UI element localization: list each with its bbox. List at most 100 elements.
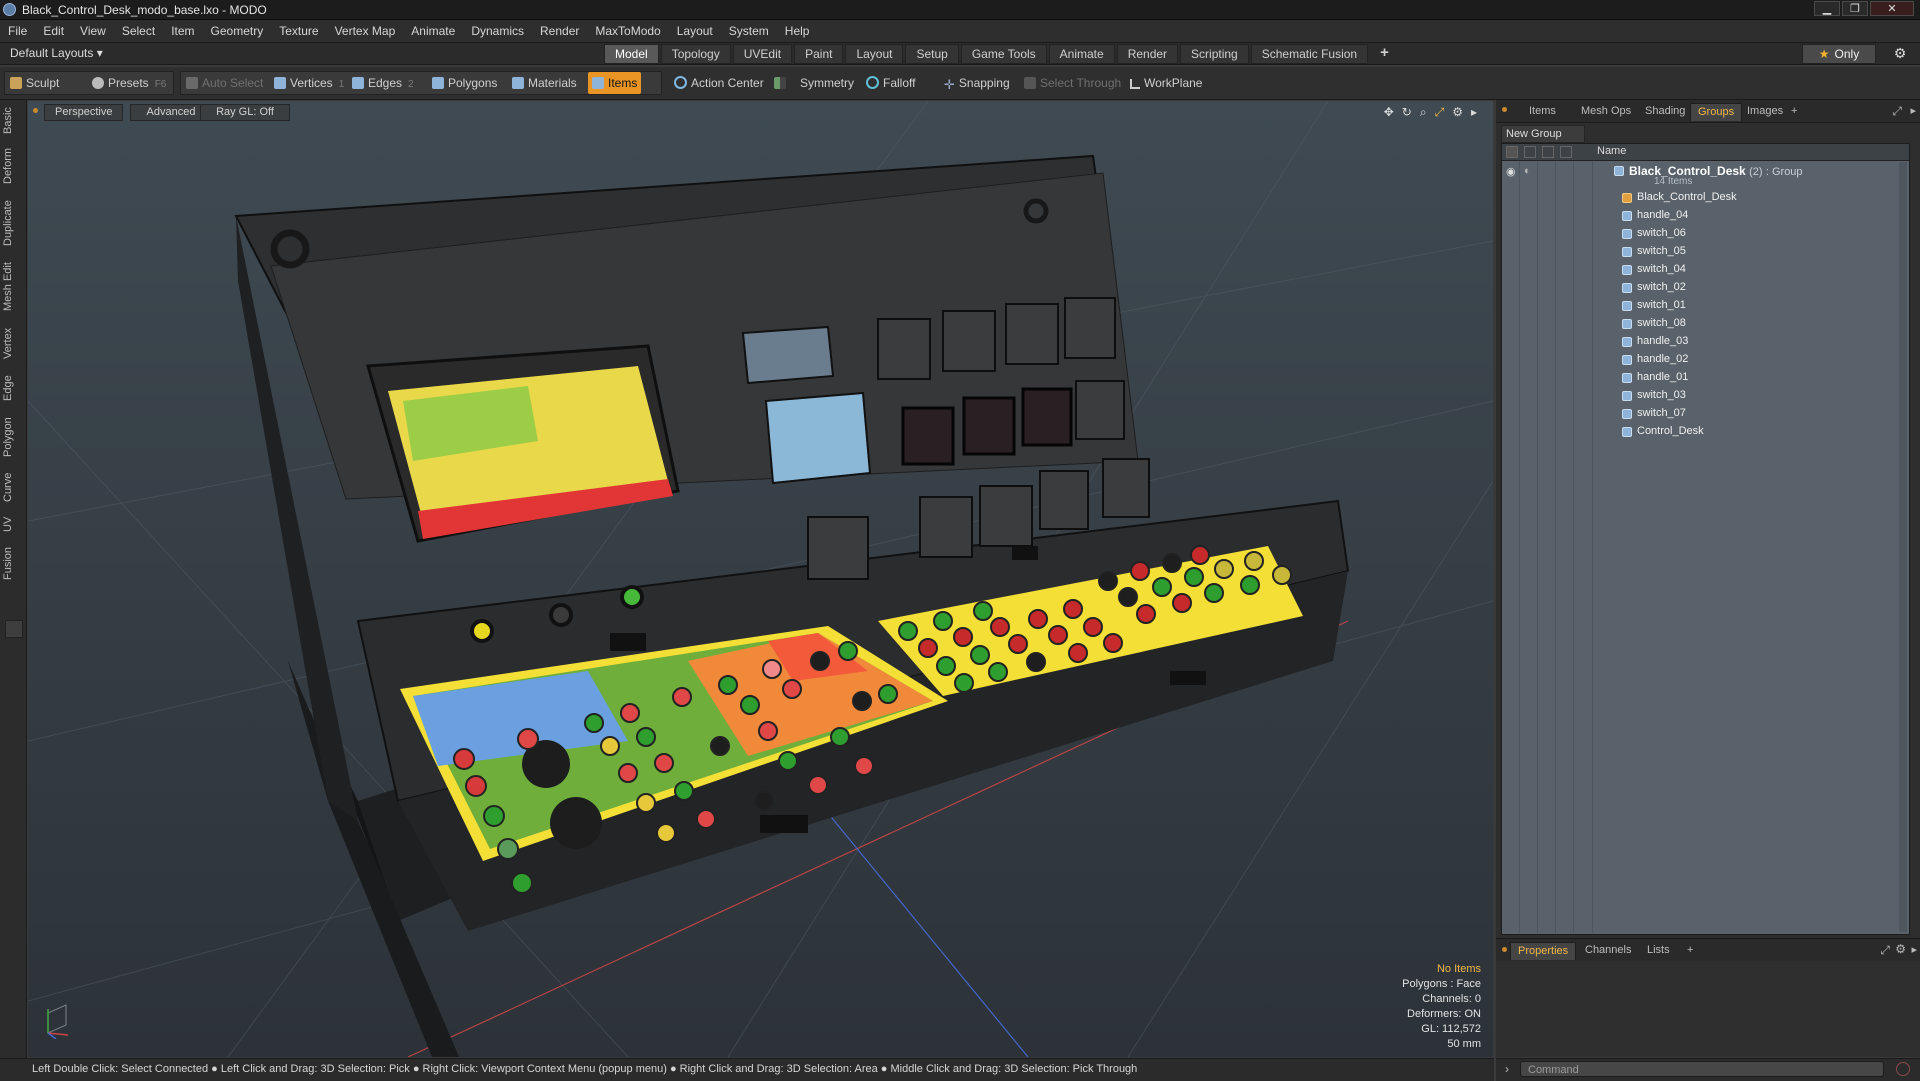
3d-viewport[interactable]: Perspective Advanced Ray GL: Off ✥ ↻ ⌕ ⤢… [28, 101, 1493, 1057]
action-center-button[interactable]: Action Center [674, 72, 764, 94]
vertices-button[interactable]: Vertices 1 [274, 72, 344, 94]
tab-groups[interactable]: Groups [1690, 103, 1743, 121]
close-button[interactable]: ✕ [1870, 1, 1914, 16]
menu-view[interactable]: View [72, 24, 114, 38]
tab-game-tools[interactable]: Game Tools [960, 44, 1047, 64]
menu-layout[interactable]: Layout [669, 24, 721, 38]
tab-animate[interactable]: Animate [1048, 44, 1115, 64]
palette-toggle-button[interactable] [5, 620, 23, 638]
properties-more-icon[interactable]: ▸ [1911, 943, 1917, 956]
list-item[interactable]: switch_07 [1502, 405, 1909, 423]
tab-shading[interactable]: Shading [1638, 103, 1692, 120]
only-toggle[interactable]: ★ Only [1802, 44, 1876, 64]
select-through-button[interactable]: Select Through [1024, 72, 1121, 94]
expand-panel-icon[interactable]: ⤢ [1892, 104, 1902, 119]
list-item[interactable]: switch_02 [1502, 279, 1909, 297]
tab-channels[interactable]: Channels [1578, 942, 1638, 959]
tab-polygon[interactable]: Polygon [2, 412, 24, 462]
list-item[interactable]: switch_01 [1502, 297, 1909, 315]
viewport-menu-dot[interactable] [33, 108, 38, 113]
properties-settings-icon[interactable]: ⚙ [1895, 942, 1906, 956]
falloff-button[interactable]: Falloff [866, 72, 915, 94]
list-item[interactable]: handle_02 [1502, 351, 1909, 369]
minimize-button[interactable]: ▁ [1814, 1, 1840, 16]
menu-render[interactable]: Render [532, 24, 587, 38]
menu-geometry[interactable]: Geometry [203, 24, 272, 38]
viewport-settings-icon[interactable]: ⚙ [1452, 105, 1463, 120]
tab-mesh-ops[interactable]: Mesh Ops [1574, 103, 1638, 120]
zoom-view-icon[interactable]: ⌕ [1420, 105, 1427, 120]
tab-paint[interactable]: Paint [794, 44, 844, 64]
tab-schematic-fusion[interactable]: Schematic Fusion [1250, 44, 1369, 64]
menu-edit[interactable]: Edit [35, 24, 72, 38]
list-item[interactable]: Control_Desk [1502, 423, 1909, 441]
auto-select-button[interactable]: Auto Select [186, 72, 263, 94]
command-input[interactable]: Command [1520, 1061, 1884, 1077]
properties-menu-dot[interactable] [1502, 947, 1507, 952]
list-item[interactable]: switch_04 [1502, 261, 1909, 279]
rotate-view-icon[interactable]: ↻ [1402, 105, 1412, 120]
tab-setup[interactable]: Setup [905, 44, 959, 64]
render-column-icon[interactable] [1524, 146, 1536, 158]
menu-system[interactable]: System [721, 24, 777, 38]
default-layouts-dropdown[interactable]: Default Layouts ▾ [10, 46, 103, 60]
gear-icon[interactable]: ⚙ [1892, 45, 1908, 61]
menu-select[interactable]: Select [114, 24, 163, 38]
menu-vertex-map[interactable]: Vertex Map [327, 24, 404, 38]
command-history-icon[interactable]: › [1505, 1062, 1509, 1076]
list-item[interactable]: switch_08 [1502, 315, 1909, 333]
add-panel-tab-button[interactable]: + [1784, 103, 1804, 120]
tab-items[interactable]: Items [1522, 103, 1563, 120]
menu-maxtomodo[interactable]: MaxToModo [587, 24, 668, 38]
tab-render[interactable]: Render [1116, 44, 1179, 64]
polygons-button[interactable]: Polygons [432, 72, 497, 94]
list-item[interactable]: Black_Control_Desk [1502, 189, 1909, 207]
sculpt-button[interactable]: Sculpt [10, 72, 59, 94]
list-item[interactable]: switch_05 [1502, 243, 1909, 261]
maximize-button[interactable]: ❐ [1842, 1, 1868, 16]
add-properties-tab-button[interactable]: + [1680, 942, 1700, 959]
items-button[interactable]: Items [588, 72, 642, 94]
new-group-button[interactable]: New Group [1501, 125, 1585, 143]
menu-help[interactable]: Help [777, 24, 818, 38]
tab-images[interactable]: Images [1740, 103, 1790, 120]
tab-uvedit[interactable]: UVEdit [732, 44, 793, 64]
fit-view-icon[interactable]: ⤢ [1435, 105, 1445, 120]
viewport-more-icon[interactable]: ▸ [1471, 105, 1477, 120]
lock-column-icon[interactable] [1542, 146, 1554, 158]
visibility-column-icon[interactable] [1506, 146, 1518, 158]
menu-texture[interactable]: Texture [271, 24, 326, 38]
tab-mesh-edit[interactable]: Mesh Edit [2, 258, 24, 316]
tab-scripting[interactable]: Scripting [1180, 44, 1249, 64]
panel-menu-dot[interactable] [1502, 107, 1507, 112]
menu-dynamics[interactable]: Dynamics [463, 24, 532, 38]
raygl-toggle[interactable]: Ray GL: Off [200, 104, 290, 121]
tab-model[interactable]: Model [604, 44, 659, 64]
list-item[interactable]: handle_04 [1502, 207, 1909, 225]
snapping-button[interactable]: ✛ Snapping [944, 72, 1010, 94]
groups-list[interactable]: Name ◉ ◐ Black_Control_Desk (2) : Group … [1501, 143, 1910, 935]
tab-deform[interactable]: Deform [2, 144, 24, 188]
tab-properties[interactable]: Properties [1510, 942, 1577, 960]
view-type-dropdown[interactable]: Perspective [44, 104, 124, 121]
tab-topology[interactable]: Topology [660, 44, 731, 64]
list-item[interactable]: switch_06 [1502, 225, 1909, 243]
materials-button[interactable]: Materials [512, 72, 577, 94]
menu-animate[interactable]: Animate [403, 24, 463, 38]
edges-button[interactable]: Edges 2 [352, 72, 414, 94]
tab-uv[interactable]: UV [2, 512, 24, 536]
panel-more-icon[interactable]: ▸ [1910, 104, 1916, 117]
tab-edge[interactable]: Edge [2, 370, 24, 406]
menu-item[interactable]: Item [163, 24, 202, 38]
column-name-header[interactable]: Name [1597, 145, 1626, 157]
add-tab-button[interactable]: + [1370, 44, 1399, 62]
list-item[interactable]: handle_03 [1502, 333, 1909, 351]
tab-curve[interactable]: Curve [2, 468, 24, 506]
tab-lists[interactable]: Lists [1640, 942, 1677, 959]
symmetry-button[interactable]: Symmetry [774, 72, 854, 94]
menu-file[interactable]: File [0, 24, 35, 38]
tab-basic[interactable]: Basic [2, 104, 24, 138]
move-view-icon[interactable]: ✥ [1384, 105, 1394, 120]
list-item[interactable]: switch_03 [1502, 387, 1909, 405]
tab-layout[interactable]: Layout [845, 44, 904, 64]
